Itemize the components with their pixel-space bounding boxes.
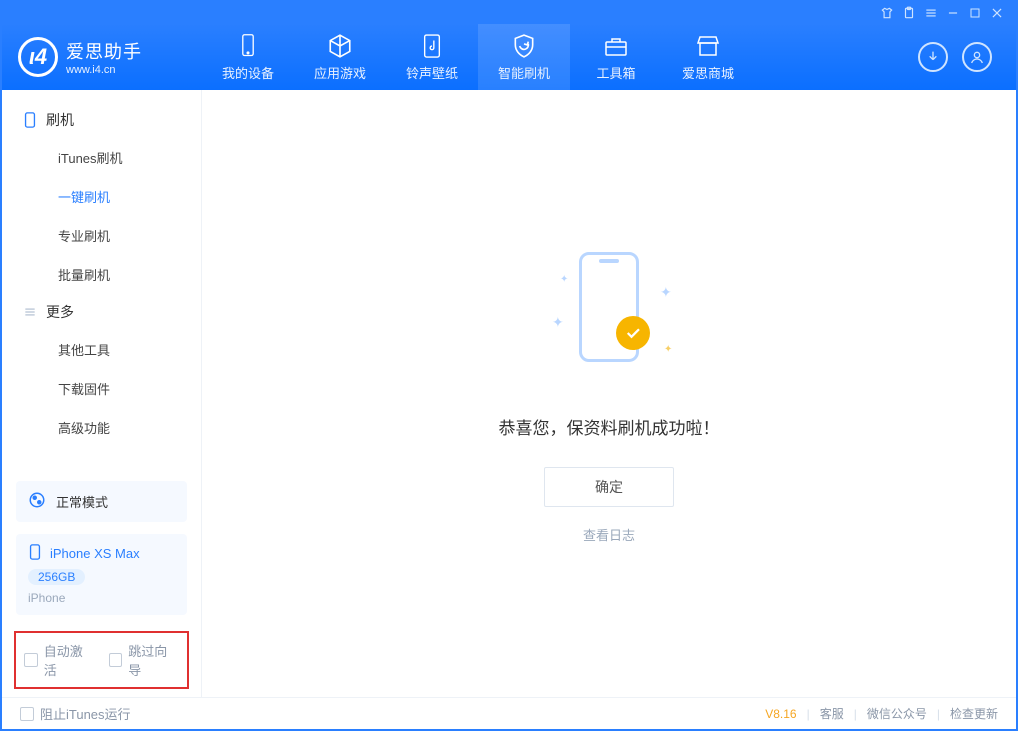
nav-apps-games[interactable]: 应用游戏 [294, 24, 386, 90]
device-capacity: 256GB [28, 569, 85, 585]
maximize-icon[interactable] [968, 6, 982, 20]
toolbox-icon [603, 33, 629, 59]
sparkle-icon: ✦ [560, 274, 568, 285]
header: ι4 爱思助手 www.i4.cn 我的设备 应用游戏 铃声壁纸 智能刷机 [2, 24, 1016, 90]
phone-small-icon [28, 544, 42, 563]
sidebar-group-label: 更多 [46, 302, 74, 322]
mode-card[interactable]: 正常模式 [16, 481, 187, 522]
separator: | [854, 707, 857, 721]
checkbox-icon [20, 707, 34, 721]
footer-link-update[interactable]: 检查更新 [950, 705, 998, 722]
sidebar-item-other-tools[interactable]: 其他工具 [2, 330, 201, 369]
separator: | [937, 707, 940, 721]
sidebar-item-onekey-flash[interactable]: 一键刷机 [2, 177, 201, 216]
top-nav: 我的设备 应用游戏 铃声壁纸 智能刷机 工具箱 爱思商城 [202, 24, 754, 90]
refresh-shield-icon [511, 33, 537, 59]
nav-label: 智能刷机 [498, 63, 550, 82]
nav-label: 铃声壁纸 [406, 63, 458, 82]
nav-label: 我的设备 [222, 63, 274, 82]
sparkle-icon: ✦ [660, 284, 672, 301]
phone-icon [22, 112, 38, 128]
checkbox-block-itunes[interactable]: 阻止iTunes运行 [20, 704, 131, 723]
checkbox-icon [24, 653, 38, 667]
nav-ringtone-wallpaper[interactable]: 铃声壁纸 [386, 24, 478, 90]
sidebar-group-label: 刷机 [46, 110, 74, 130]
footer: 阻止iTunes运行 V8.16 | 客服 | 微信公众号 | 检查更新 [2, 697, 1016, 729]
header-right [918, 42, 1016, 72]
checkbox-skip-guide[interactable]: 跳过向导 [109, 641, 180, 679]
music-file-icon [419, 33, 445, 59]
download-icon[interactable] [918, 42, 948, 72]
sidebar-item-itunes-flash[interactable]: iTunes刷机 [2, 138, 201, 177]
sparkle-icon: ✦ [552, 314, 564, 331]
nav-label: 爱思商城 [682, 63, 734, 82]
mode-icon [28, 491, 46, 512]
success-illustration: ✦ ✦ ✦ ✦ [534, 244, 684, 394]
store-icon [695, 33, 721, 59]
titlebar [2, 2, 1016, 24]
nav-toolbox[interactable]: 工具箱 [570, 24, 662, 90]
close-icon[interactable] [990, 6, 1004, 20]
sparkle-icon: ✦ [664, 344, 672, 355]
cube-icon [327, 33, 353, 59]
nav-label: 应用游戏 [314, 63, 366, 82]
sidebar-group-more: 更多 [2, 294, 201, 330]
logo: ι4 爱思助手 www.i4.cn [2, 37, 202, 77]
footer-link-support[interactable]: 客服 [820, 705, 844, 722]
footer-link-wechat[interactable]: 微信公众号 [867, 705, 927, 722]
app-window: ι4 爱思助手 www.i4.cn 我的设备 应用游戏 铃声壁纸 智能刷机 [0, 0, 1018, 731]
sidebar-item-download-firmware[interactable]: 下载固件 [2, 369, 201, 408]
tshirt-icon[interactable] [880, 6, 894, 20]
separator: | [807, 707, 810, 721]
sidebar: 刷机 iTunes刷机 一键刷机 专业刷机 批量刷机 更多 其他工具 下载固件 … [2, 90, 202, 697]
device-type: iPhone [28, 591, 65, 605]
options-highlight-box: 自动激活 跳过向导 [14, 631, 189, 689]
checkbox-label: 阻止iTunes运行 [40, 704, 131, 723]
checkbox-label: 跳过向导 [128, 641, 179, 679]
body: 刷机 iTunes刷机 一键刷机 专业刷机 批量刷机 更多 其他工具 下载固件 … [2, 90, 1016, 697]
device-card[interactable]: iPhone XS Max 256GB iPhone [16, 534, 187, 615]
user-icon[interactable] [962, 42, 992, 72]
nav-label: 工具箱 [596, 63, 635, 82]
list-icon [22, 304, 38, 320]
mode-label: 正常模式 [56, 492, 108, 511]
ok-button[interactable]: 确定 [544, 467, 674, 507]
checkbox-icon [109, 653, 123, 667]
sidebar-item-advanced[interactable]: 高级功能 [2, 408, 201, 447]
checkbox-label: 自动激活 [44, 641, 95, 679]
nav-smart-flash[interactable]: 智能刷机 [478, 24, 570, 90]
logo-icon: ι4 [18, 37, 58, 77]
menu-icon[interactable] [924, 6, 938, 20]
sidebar-group-flash: 刷机 [2, 102, 201, 138]
app-url: www.i4.cn [66, 64, 142, 76]
nav-store[interactable]: 爱思商城 [662, 24, 754, 90]
version-label: V8.16 [765, 707, 796, 721]
view-log-link[interactable]: 查看日志 [583, 525, 635, 544]
check-badge-icon [616, 316, 650, 350]
nav-my-device[interactable]: 我的设备 [202, 24, 294, 90]
sidebar-item-pro-flash[interactable]: 专业刷机 [2, 216, 201, 255]
sidebar-item-batch-flash[interactable]: 批量刷机 [2, 255, 201, 294]
main-content: ✦ ✦ ✦ ✦ 恭喜您，保资料刷机成功啦！ 确定 查看日志 [202, 90, 1016, 697]
checkbox-auto-activate[interactable]: 自动激活 [24, 641, 95, 679]
success-message: 恭喜您，保资料刷机成功啦！ [499, 414, 720, 439]
device-icon [235, 33, 261, 59]
minimize-icon[interactable] [946, 6, 960, 20]
app-name: 爱思助手 [66, 38, 142, 64]
clipboard-icon[interactable] [902, 6, 916, 20]
device-name: iPhone XS Max [50, 546, 140, 561]
